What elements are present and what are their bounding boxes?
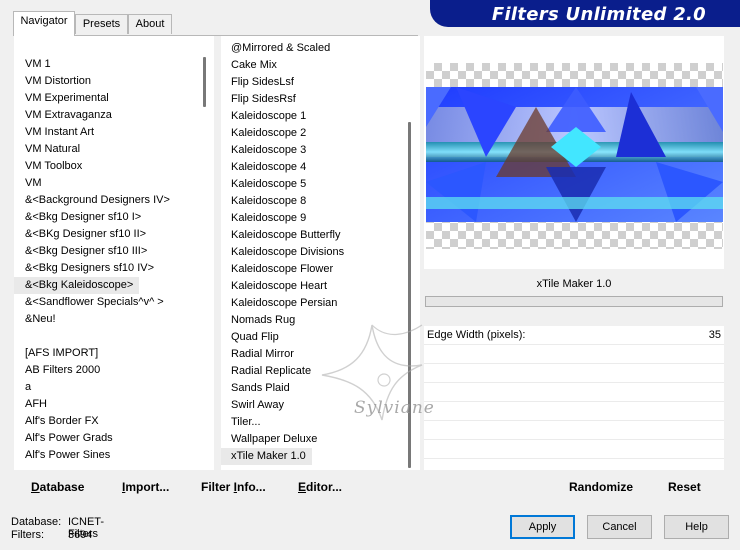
app-title: Filters Unlimited 2.0	[491, 4, 706, 25]
parameter-row-empty	[424, 383, 724, 402]
apply-button[interactable]: Apply	[510, 515, 575, 539]
list-item[interactable]: @Mirrored & Scaled	[221, 40, 406, 57]
list-item[interactable]: Kaleidoscope Persian	[221, 295, 406, 312]
list-item[interactable]: Wallpaper Deluxe	[221, 431, 406, 448]
list-item[interactable]: Flip SidesLsf	[221, 74, 406, 91]
list-item[interactable]: xTile Maker 1.0	[221, 448, 312, 465]
list-item[interactable]: &<Bkg Kaleidoscope>	[14, 277, 140, 294]
list-item[interactable]: Alf's Power Grads	[14, 430, 200, 447]
list-item[interactable]: Cake Mix	[221, 57, 406, 74]
tab-presets[interactable]: Presets	[75, 14, 128, 34]
status-database-label: Database:	[11, 516, 62, 528]
list-item[interactable]: VM Natural	[14, 141, 200, 158]
list-item[interactable]: AFH	[14, 396, 200, 413]
list-item[interactable]: Kaleidoscope 5	[221, 176, 406, 193]
list-item[interactable]: VM Toolbox	[14, 158, 200, 175]
parameter-row-empty	[424, 440, 724, 459]
parameter-row-empty	[424, 364, 724, 383]
parameter-row-empty	[424, 402, 724, 421]
list-item[interactable]: &<Sandflower Specials^v^ >	[14, 294, 200, 311]
list-item[interactable]: Kaleidoscope 9	[221, 210, 406, 227]
parameter-panel: Edge Width (pixels): 35	[424, 326, 724, 470]
category-items: VM 1 VM Distortion VM Experimental VM Extra…	[14, 56, 200, 464]
list-item[interactable]: &<BKg Designer sf10 II>	[14, 226, 200, 243]
status-filters-value: 3694	[68, 529, 93, 541]
list-item[interactable]: Kaleidoscope 8	[221, 193, 406, 210]
filter-info-button[interactable]: Filter Info...	[201, 480, 266, 494]
list-item[interactable]: AB Filters 2000	[14, 362, 200, 379]
tab-navigator[interactable]: Navigator	[13, 11, 75, 36]
list-item[interactable]: VM Extravaganza	[14, 107, 200, 124]
list-item[interactable]: Kaleidoscope 3	[221, 142, 406, 159]
category-scrollbar[interactable]	[203, 57, 206, 107]
list-item[interactable]: Flip SidesRsf	[221, 91, 406, 108]
category-list[interactable]: VM 1 VM Distortion VM Experimental VM Extra…	[14, 36, 214, 470]
list-item[interactable]: VM Experimental	[14, 90, 200, 107]
cancel-button[interactable]: Cancel	[587, 515, 652, 539]
list-item[interactable]: &<Bkg Designers sf10 IV>	[14, 260, 200, 277]
list-item[interactable]: &<Bkg Designer sf10 III>	[14, 243, 200, 260]
list-item[interactable]: Alf's Power Sines	[14, 447, 200, 464]
progress-bar	[425, 296, 723, 307]
list-item[interactable]: Kaleidoscope Divisions	[221, 244, 406, 261]
randomize-button[interactable]: Randomize	[569, 480, 633, 494]
parameter-row-edge-width[interactable]: Edge Width (pixels): 35	[424, 326, 724, 345]
list-item[interactable]: VM Distortion	[14, 73, 200, 90]
database-button[interactable]: Database	[31, 480, 84, 494]
list-item[interactable]: &Neu!	[14, 311, 200, 328]
list-item[interactable]: VM 1	[14, 56, 200, 73]
parameter-value[interactable]: 35	[709, 326, 721, 345]
help-button[interactable]: Help	[664, 515, 729, 539]
list-item[interactable]: Kaleidoscope 4	[221, 159, 406, 176]
list-item[interactable]: Alf's Border FX	[14, 413, 200, 430]
list-item[interactable]: Kaleidoscope 1	[221, 108, 406, 125]
parameter-row-empty	[424, 421, 724, 440]
editor-button[interactable]: Editor...	[298, 480, 342, 494]
preview-image	[426, 87, 723, 222]
list-item	[14, 328, 200, 345]
list-item[interactable]: &<Bkg Designer sf10 I>	[14, 209, 200, 226]
tab-about[interactable]: About	[128, 14, 172, 34]
list-item[interactable]: Kaleidoscope Flower	[221, 261, 406, 278]
selected-filter-title: xTile Maker 1.0	[424, 273, 724, 295]
list-item[interactable]: Kaleidoscope Heart	[221, 278, 406, 295]
status-filters-label: Filters:	[11, 529, 44, 541]
import-button[interactable]: Import...	[122, 480, 169, 494]
reset-button[interactable]: Reset	[668, 480, 701, 494]
list-item[interactable]: a	[14, 379, 200, 396]
title-banner: Filters Unlimited 2.0	[430, 0, 740, 27]
watermark-signature: Sylviane	[354, 398, 435, 418]
parameter-row-empty	[424, 345, 724, 364]
list-item[interactable]: VM	[14, 175, 200, 192]
list-item[interactable]: Kaleidoscope Butterfly	[221, 227, 406, 244]
list-item[interactable]: &<Background Designers IV>	[14, 192, 200, 209]
list-item[interactable]: [AFS IMPORT]	[14, 345, 200, 362]
list-item[interactable]: VM Instant Art	[14, 124, 200, 141]
list-item[interactable]: Kaleidoscope 2	[221, 125, 406, 142]
